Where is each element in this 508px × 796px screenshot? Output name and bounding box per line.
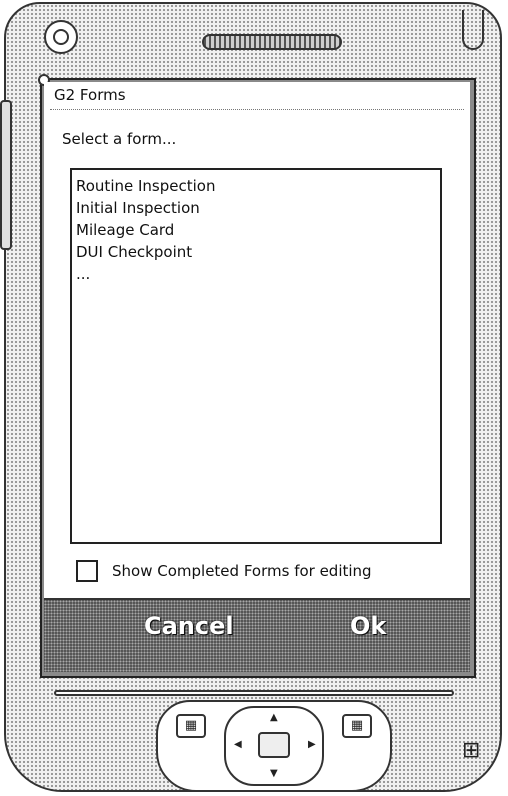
cancel-softkey[interactable]: Cancel (144, 612, 234, 640)
list-item-initial-inspection[interactable]: Initial Inspection (72, 197, 440, 219)
arrow-up-icon[interactable]: ▲ (270, 712, 278, 723)
show-completed-label: Show Completed Forms for editing (112, 562, 372, 580)
calendar-icon[interactable]: ▦ (176, 714, 206, 738)
form-list[interactable]: Routine Inspection Initial Inspection Mi… (70, 168, 442, 544)
list-item-more[interactable]: ... (72, 263, 440, 285)
title-divider (50, 109, 464, 110)
arrow-right-icon[interactable]: ▶ (308, 739, 316, 750)
ok-softkey[interactable]: Ok (350, 612, 386, 640)
side-volume-key[interactable] (0, 100, 12, 250)
stylus-clip (462, 10, 484, 50)
select-form-prompt: Select a form... (62, 130, 177, 148)
hardware-nav-cluster: ▦ ▲ ▼ ◀ ▶ ▦ (156, 700, 392, 792)
list-item-routine-inspection[interactable]: Routine Inspection (72, 175, 440, 197)
windows-logo-icon: ⊞ (462, 738, 481, 763)
app-title: G2 Forms (54, 86, 126, 104)
show-completed-option[interactable]: Show Completed Forms for editing (76, 558, 372, 584)
app-screen: G2 Forms Select a form... Routine Inspec… (44, 82, 470, 600)
arrow-left-icon[interactable]: ◀ (234, 739, 242, 750)
arrow-down-icon[interactable]: ▼ (270, 768, 278, 779)
softkey-bar: Cancel Ok (44, 600, 470, 672)
contacts-icon[interactable]: ▦ (342, 714, 372, 738)
list-item-mileage-card[interactable]: Mileage Card (72, 219, 440, 241)
dpad[interactable]: ▲ ▼ ◀ ▶ (224, 706, 324, 786)
bezel-trim (54, 690, 454, 696)
camera-icon (44, 20, 78, 54)
speaker-grille (202, 34, 342, 50)
list-item-dui-checkpoint[interactable]: DUI Checkpoint (72, 241, 440, 263)
dpad-action-button[interactable] (258, 732, 290, 758)
show-completed-checkbox[interactable] (76, 560, 98, 582)
